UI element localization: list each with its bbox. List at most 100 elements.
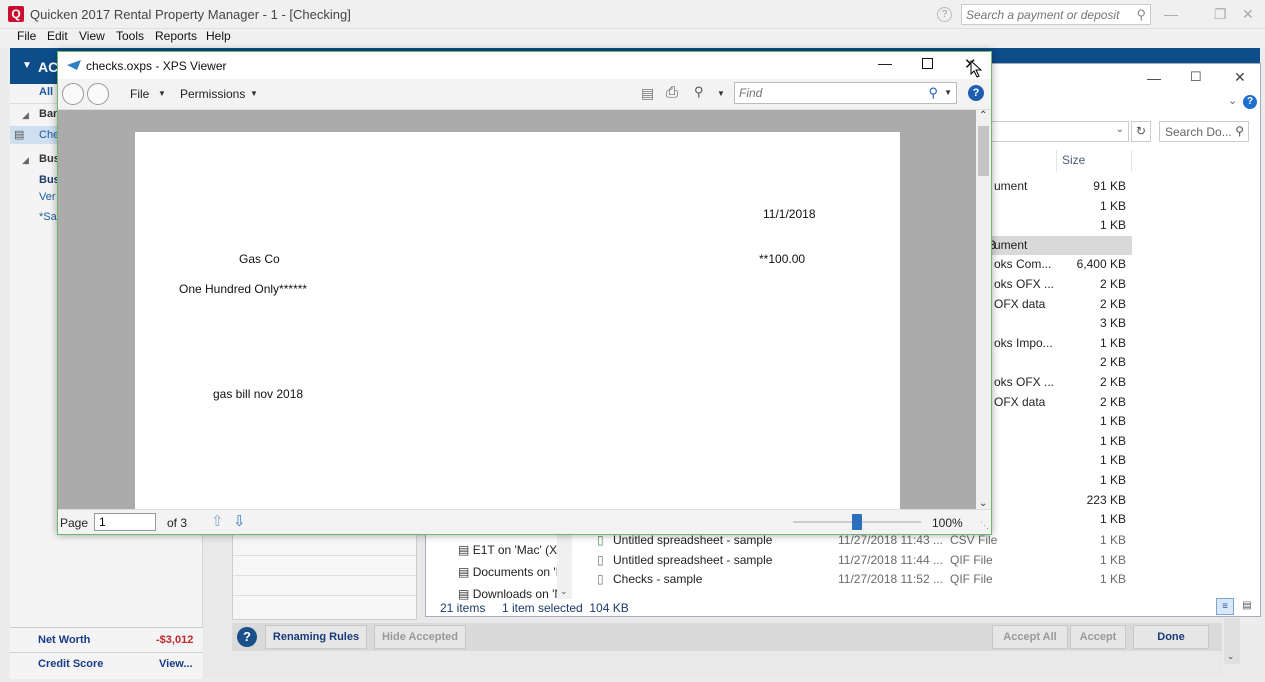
xps-vertical-scrollbar[interactable]: ⌃ ⌄ (976, 110, 991, 509)
file-size: 1 KB (1099, 533, 1126, 547)
file-size: 2 KB (1099, 296, 1126, 311)
file-type: QIF File (950, 572, 993, 587)
file-type: oks Com... (994, 257, 1052, 272)
file-size: 1 KB (1099, 572, 1126, 587)
sidebar-all-tab[interactable]: All (39, 86, 53, 98)
register-icon: ▤ (14, 129, 25, 141)
large-icons-view-icon[interactable]: ▤ (1238, 598, 1256, 615)
file-name: Checks - sample (613, 572, 703, 587)
file-size: 2 KB (1099, 394, 1126, 409)
menu-reports[interactable]: Reports (155, 29, 197, 43)
help-icon[interactable]: ? (1243, 95, 1257, 109)
collapse-arrow-icon[interactable]: ▼ (22, 60, 32, 71)
chevron-down-icon[interactable]: ▼ (944, 88, 952, 97)
menu-view[interactable]: View (79, 29, 105, 43)
file-icon: ▯ (597, 533, 604, 547)
next-page-icon[interactable]: ⇩ (233, 512, 246, 530)
file-type: ument (994, 179, 1028, 193)
sidebar-item-sa[interactable]: *Sa (39, 211, 57, 223)
chevron-down-icon[interactable]: ⌄ (1227, 651, 1235, 662)
explorer-search[interactable]: Search Do... ⚲ (1159, 121, 1249, 142)
refresh-icon[interactable]: ↻ (1131, 121, 1151, 142)
column-header-size[interactable]: Size (1062, 153, 1085, 167)
help-icon[interactable]: ? (937, 7, 952, 22)
file-row[interactable]: ▯ Checks - sample 11/27/2018 11:52 ... QIF … (591, 570, 1131, 589)
file-type: OFX data (994, 394, 1046, 409)
chevron-down-icon[interactable]: ▼ (158, 89, 166, 98)
transaction-search-input[interactable] (962, 5, 1122, 24)
file-type: QIF File (950, 552, 993, 567)
accept-all-button[interactable]: Accept All (992, 625, 1068, 649)
chevron-down-icon[interactable]: ⌄ (1116, 124, 1124, 135)
page-number-input[interactable] (94, 513, 156, 531)
file-icon: ▯ (597, 552, 604, 567)
nav-item-downloads[interactable]: ▤ Downloads on 'N (458, 587, 563, 601)
accept-button[interactable]: Accept (1070, 625, 1126, 649)
previous-page-icon[interactable]: ⇧ (211, 512, 224, 530)
nav-item-e1t[interactable]: ▤ E1T on 'Mac' (X: (458, 543, 560, 557)
print-icon[interactable]: ⎙ (666, 84, 678, 101)
back-icon[interactable] (62, 83, 84, 105)
register-list (232, 534, 417, 620)
close-icon[interactable]: ✕ (1234, 69, 1246, 86)
zoom-slider[interactable] (793, 514, 921, 530)
file-type: OFX data (994, 296, 1046, 311)
zoom-slider-thumb[interactable] (852, 514, 862, 530)
maximize-icon[interactable] (922, 58, 933, 69)
file-size: 223 KB (1086, 492, 1126, 507)
sidebar-item-ver[interactable]: Ver (39, 191, 56, 203)
register-scrollbar[interactable]: ⌄ (1224, 618, 1240, 664)
expand-icon[interactable]: ◢ (22, 110, 29, 121)
xps-document-icon (67, 60, 81, 70)
zoom-icon[interactable]: ⚲ (694, 84, 704, 100)
maximize-icon[interactable]: ☐ (1190, 69, 1202, 85)
menu-help[interactable]: Help (206, 29, 231, 43)
nav-scrollbar[interactable]: ⌄ (557, 524, 572, 599)
chevron-down-icon[interactable]: ▼ (717, 89, 725, 98)
file-size: 1 KB (1099, 473, 1126, 487)
window-title: Quicken 2017 Rental Property Manager - 1… (30, 7, 351, 22)
page-label: Page (60, 516, 89, 530)
file-type: oks Impo... (994, 335, 1053, 350)
document-outline-icon[interactable]: ▤ (641, 85, 654, 102)
xps-menu-permissions[interactable]: Permissions (180, 87, 245, 101)
details-view-icon[interactable]: ≡ (1216, 598, 1234, 615)
file-size: 2 KB (1099, 375, 1126, 389)
menu-tools[interactable]: Tools (116, 29, 144, 43)
search-icon[interactable]: ⚲ (1136, 7, 1146, 23)
chevron-down-icon[interactable]: ▼ (250, 89, 258, 98)
menu-file[interactable]: File (17, 29, 36, 43)
scroll-up-icon[interactable]: ⌃ (979, 110, 987, 121)
forward-icon[interactable] (87, 83, 109, 105)
minimize-icon[interactable]: — (878, 55, 892, 71)
hide-accepted-button[interactable]: Hide Accepted (374, 625, 466, 649)
help-icon[interactable]: ? (237, 627, 257, 647)
file-size: 1 KB (1099, 414, 1126, 429)
scroll-down-icon[interactable]: ⌄ (979, 498, 987, 509)
xps-document-area: 11/1/2018 Gas Co **100.00 One Hundred On… (58, 110, 976, 509)
renaming-rules-button[interactable]: Renaming Rules (265, 625, 367, 649)
xps-find-input[interactable] (735, 83, 915, 103)
restore-icon[interactable]: ❐ (1214, 6, 1227, 23)
menu-edit[interactable]: Edit (47, 29, 68, 43)
minimize-icon[interactable]: — (1147, 70, 1161, 86)
net-worth-panel: Net Worth -$3,012 Credit Score View... (10, 627, 203, 679)
resize-grip-icon[interactable]: ⋱ (980, 520, 989, 531)
chevron-down-icon[interactable]: ⌄ (560, 586, 568, 597)
minimize-icon[interactable]: — (1164, 6, 1178, 22)
xps-find-box[interactable]: ⚲ ▼ (734, 82, 957, 104)
nav-item-documents[interactable]: ▤ Documents on 'I (458, 565, 559, 579)
close-icon[interactable]: ✕ (1242, 6, 1254, 23)
help-icon[interactable]: ? (968, 85, 984, 101)
chevron-down-icon[interactable]: ⌄ (1228, 94, 1237, 107)
xps-menu-file[interactable]: File (130, 87, 149, 101)
expand-icon[interactable]: ◢ (22, 155, 29, 166)
done-button[interactable]: Done (1133, 625, 1209, 649)
navigation-pane: ▤ E1T on 'Mac' (X: ▤ Documents on 'I ▤ D… (426, 524, 576, 601)
zoom-level: 100% (932, 516, 963, 530)
file-row[interactable]: ▯ Untitled spreadsheet - sample 11/27/2018… (591, 551, 1131, 570)
scroll-thumb[interactable] (978, 126, 989, 176)
credit-score-link[interactable]: View... (159, 658, 193, 670)
search-icon[interactable]: ⚲ (928, 85, 938, 101)
transaction-search[interactable]: ⚲ (961, 4, 1151, 25)
